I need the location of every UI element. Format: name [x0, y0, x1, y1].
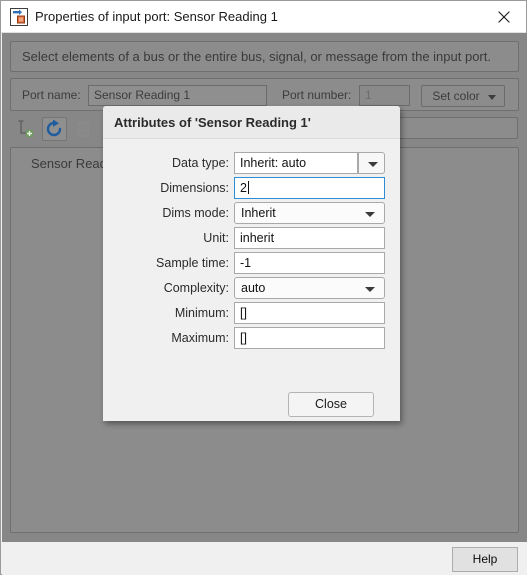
field-row-dimensions: Dimensions: 2 [103, 177, 400, 202]
simulink-input-port-icon [10, 8, 28, 26]
dialog-close-button[interactable]: Close [288, 392, 374, 417]
chevron-down-icon [488, 95, 496, 100]
port-number-input: 1 [359, 85, 410, 106]
field-row-data-type: Data type: Inherit: auto [103, 152, 400, 177]
minimum-label: Minimum: [174, 306, 229, 320]
data-type-label: Data type: [172, 156, 229, 170]
attributes-dialog-header: Attributes of 'Sensor Reading 1' [103, 106, 400, 139]
complexity-value: auto [241, 281, 266, 295]
field-row-dims-mode: Dims mode: Inherit [103, 202, 400, 227]
data-type-dropdown-button[interactable] [358, 152, 385, 174]
instruction-text: Select elements of a bus or the entire b… [22, 49, 491, 64]
data-type-combo[interactable]: Inherit: auto [234, 152, 385, 174]
chevron-down-icon [368, 162, 378, 167]
refresh-icon [46, 119, 62, 137]
window-footer: Help [2, 542, 527, 575]
port-number-label: Port number: [282, 88, 352, 102]
set-color-button[interactable]: Set color [421, 85, 505, 107]
add-element-button[interactable] [13, 117, 38, 141]
maximum-input[interactable]: [] [234, 327, 385, 349]
chevron-down-icon [365, 212, 375, 217]
close-icon[interactable] [482, 1, 526, 32]
trash-icon [77, 120, 90, 137]
complexity-label: Complexity: [163, 281, 229, 295]
unit-input[interactable]: inherit [234, 227, 385, 249]
dimensions-input[interactable]: 2 [234, 177, 385, 199]
sample-time-label: Sample time: [156, 256, 229, 270]
instruction-panel: Select elements of a bus or the entire b… [10, 41, 519, 72]
window-title: Properties of input port: Sensor Reading… [35, 9, 278, 24]
dimensions-value: 2 [240, 181, 247, 195]
dims-mode-label: Dims mode: [162, 206, 229, 220]
attributes-dialog-body: Data type: Inherit: auto Dimensions: 2 D… [103, 139, 400, 421]
properties-window: Properties of input port: Sensor Reading… [0, 0, 527, 575]
add-element-icon [18, 120, 33, 137]
text-caret [247, 181, 249, 194]
delete-button[interactable] [71, 117, 96, 141]
window-titlebar: Properties of input port: Sensor Reading… [1, 1, 526, 33]
chevron-down-icon [365, 287, 375, 292]
sample-time-input[interactable]: -1 [234, 252, 385, 274]
data-type-value[interactable]: Inherit: auto [234, 152, 358, 174]
dimensions-label: Dimensions: [160, 181, 229, 195]
minimum-input[interactable]: [] [234, 302, 385, 324]
dims-mode-value: Inherit [241, 206, 276, 220]
field-row-minimum: Minimum: [] [103, 302, 400, 327]
attributes-dialog: Attributes of 'Sensor Reading 1' Data ty… [103, 106, 400, 421]
set-color-label: Set color [432, 89, 480, 103]
port-name-input[interactable]: Sensor Reading 1 [88, 85, 267, 106]
complexity-combo[interactable]: auto [234, 277, 385, 299]
refresh-button[interactable] [42, 117, 67, 141]
attributes-dialog-title: Attributes of 'Sensor Reading 1' [114, 115, 311, 130]
port-name-label: Port name: [22, 88, 81, 102]
dims-mode-combo[interactable]: Inherit [234, 202, 385, 224]
help-button[interactable]: Help [452, 547, 518, 572]
maximum-label: Maximum: [171, 331, 229, 345]
field-row-unit: Unit: inherit [103, 227, 400, 252]
unit-label: Unit: [203, 231, 229, 245]
field-row-sample-time: Sample time: -1 [103, 252, 400, 277]
field-row-complexity: Complexity: auto [103, 277, 400, 302]
field-row-maximum: Maximum: [] [103, 327, 400, 352]
